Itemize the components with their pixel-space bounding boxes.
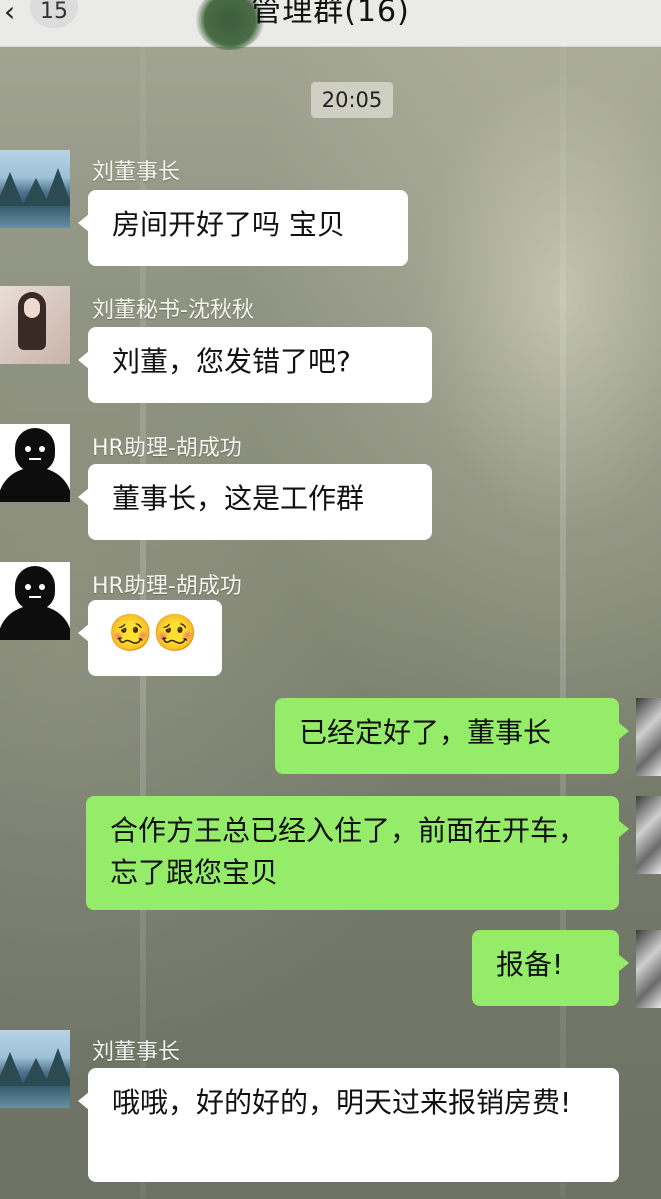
- message-bubble[interactable]: 房间开好了吗 宝贝: [78, 190, 408, 266]
- sender-name: HR助理-胡成功: [92, 574, 242, 599]
- sender-name: HR助理-胡成功: [92, 436, 242, 461]
- avatar[interactable]: [0, 424, 70, 502]
- chat-header: ‹ 15 管理群(16): [0, 0, 661, 50]
- rain-streak: [560, 40, 566, 1199]
- avatar[interactable]: [636, 698, 661, 776]
- avatar[interactable]: [0, 286, 70, 364]
- avatar[interactable]: [0, 562, 70, 640]
- avatar[interactable]: [0, 150, 70, 228]
- message-bubble[interactable]: 已经定好了，董事长: [275, 698, 629, 774]
- woozy-face-emoji: 🥴🥴: [108, 613, 198, 654]
- sender-name: 刘董秘书-沈秋秋: [92, 298, 254, 323]
- sender-name: 刘董事长: [92, 1040, 181, 1065]
- sender-name: 刘董事长: [92, 160, 181, 185]
- avatar[interactable]: [0, 1030, 70, 1108]
- message-bubble[interactable]: 🥴🥴: [78, 600, 222, 676]
- message-bubble[interactable]: 合作方王总已经入住了，前面在开车，忘了跟您宝贝: [86, 796, 629, 910]
- avatar[interactable]: [636, 930, 661, 1008]
- message-bubble[interactable]: 报备!: [472, 930, 629, 1006]
- message-bubble[interactable]: 刘董，您发错了吧?: [78, 327, 432, 403]
- message-bubble[interactable]: 董事长，这是工作群: [78, 464, 432, 540]
- message-bubble[interactable]: 哦哦，好的好的，明天过来报销房费!: [78, 1068, 619, 1182]
- message-timestamp: 20:05: [311, 82, 393, 118]
- group-title: 管理群(16): [251, 0, 410, 29]
- avatar[interactable]: [636, 796, 661, 874]
